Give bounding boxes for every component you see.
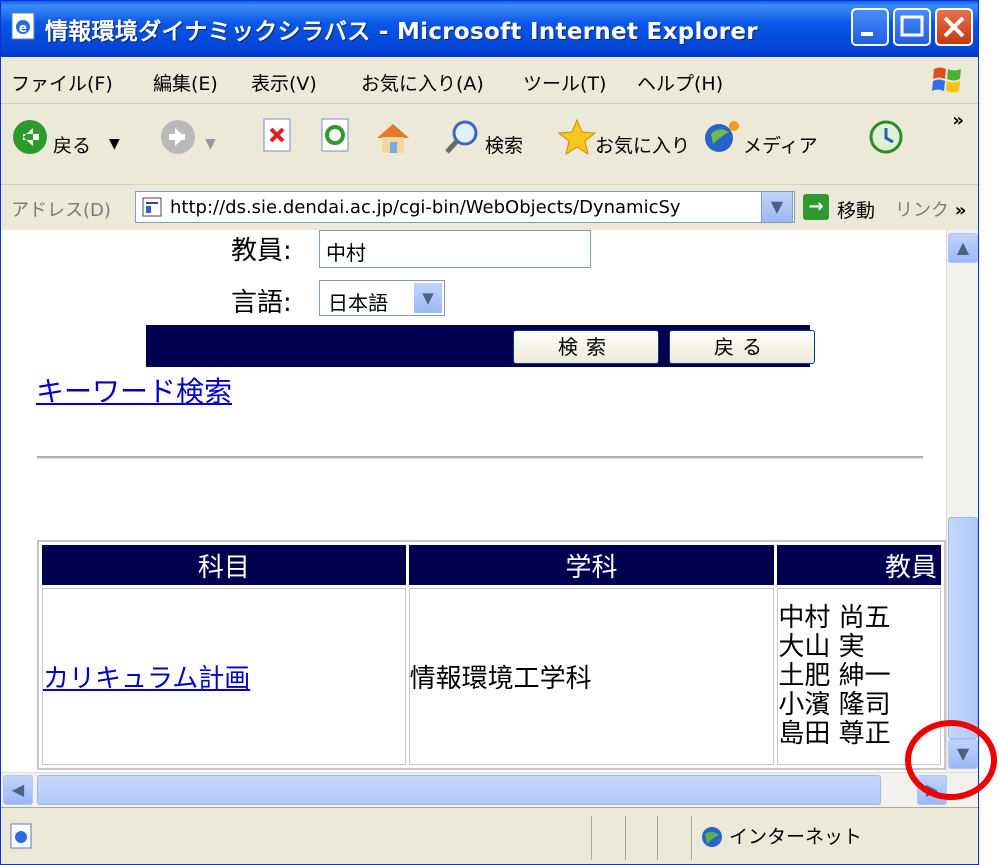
close-button[interactable]: [935, 8, 973, 46]
teacher-input[interactable]: 中村: [319, 230, 591, 268]
status-divider: [657, 816, 658, 860]
results-table: 科目 学科 教員 カリキュラム計画 情報環境工学科 中村 尚五 大山 実 土肥 …: [37, 540, 946, 770]
toolbar-chevron-icon[interactable]: »: [952, 110, 964, 131]
maximize-icon: [900, 15, 924, 37]
teacher-name: 小濱 隆司: [778, 690, 891, 720]
table-row: カリキュラム計画 情報環境工学科 中村 尚五 大山 実 土肥 紳一 小濱 隆司 …: [42, 588, 941, 765]
favorites-star-icon[interactable]: [557, 118, 597, 156]
browser-window: e 情報環境ダイナミックシラバス - Microsoft Internet Ex…: [0, 0, 979, 865]
status-bar: インターネット: [1, 807, 978, 864]
windows-logo-icon: [932, 67, 961, 93]
forward-arrow-icon[interactable]: [159, 118, 197, 156]
title-bar[interactable]: e 情報環境ダイナミックシラバス - Microsoft Internet Ex…: [1, 1, 978, 57]
search-icon[interactable]: [443, 118, 481, 156]
scroll-left-icon[interactable]: ◀: [3, 775, 33, 805]
table-header-row: 科目 学科 教員: [42, 545, 941, 585]
window-title: 情報環境ダイナミックシラバス - Microsoft Internet Expl…: [45, 19, 758, 45]
menu-tools[interactable]: ツール(T): [523, 69, 606, 96]
favorites-button-label[interactable]: お気に入り: [595, 131, 690, 158]
page-content: 教員: 中村 言語: 日本語 ▼ 検索 戻る キーワード検索 科目 学科 教員 …: [1, 230, 946, 772]
minimize-icon: [861, 32, 873, 36]
menu-edit[interactable]: 編集(E): [153, 69, 218, 96]
highlight-circle: [905, 720, 997, 800]
vertical-scroll-thumb[interactable]: [948, 517, 978, 739]
go-arrow-icon[interactable]: →: [803, 194, 829, 220]
status-divider: [625, 816, 626, 860]
media-button-label[interactable]: メディア: [743, 131, 818, 158]
address-dropdown-icon[interactable]: ▼: [761, 191, 793, 223]
address-input[interactable]: http://ds.sie.dendai.ac.jp/cgi-bin/WebOb…: [135, 191, 795, 223]
go-button-label[interactable]: 移動: [837, 196, 875, 223]
menu-help[interactable]: ヘルプ(H): [637, 69, 723, 96]
svg-text:e: e: [19, 21, 27, 35]
close-icon: [943, 16, 965, 38]
home-icon[interactable]: [373, 118, 413, 158]
teacher-name: 中村 尚五: [778, 603, 891, 633]
column-header-subject: 科目: [42, 545, 406, 585]
department-cell: 情報環境工学科: [408, 588, 775, 765]
language-select-value: 日本語: [328, 291, 388, 315]
back-button[interactable]: 戻る: [669, 330, 815, 364]
back-arrow-icon[interactable]: [11, 118, 49, 156]
page-status-icon: [10, 823, 32, 849]
globe-icon: [702, 827, 722, 847]
chevron-down-icon[interactable]: ▼: [414, 283, 442, 313]
vertical-scrollbar[interactable]: ▲ ▼: [946, 230, 978, 772]
menu-favorites[interactable]: お気に入り(A): [361, 69, 484, 96]
maximize-button[interactable]: [893, 8, 931, 46]
standard-toolbar: 戻る ▼ ▼ 検索 お気に入り メディア »: [1, 104, 978, 185]
status-divider: [591, 816, 592, 860]
security-zone-label: インターネット: [729, 826, 863, 848]
teacher-name: 大山 実: [778, 632, 865, 662]
refresh-icon[interactable]: [319, 118, 353, 154]
subject-cell: カリキュラム計画: [42, 588, 406, 765]
language-label: 言語:: [231, 288, 292, 318]
back-button-label[interactable]: 戻る: [53, 131, 91, 158]
back-dropdown-arrow[interactable]: ▼: [109, 136, 120, 152]
menu-file[interactable]: ファイル(F): [11, 69, 113, 96]
menu-view[interactable]: 表示(V): [251, 69, 317, 96]
horizontal-scrollbar[interactable]: ◀ ▶: [1, 772, 978, 807]
media-icon[interactable]: [701, 118, 741, 156]
stop-icon[interactable]: [261, 118, 295, 154]
page-icon: [142, 197, 162, 217]
address-url: http://ds.sie.dendai.ac.jp/cgi-bin/WebOb…: [170, 197, 681, 218]
search-button-label[interactable]: 検索: [485, 131, 523, 158]
scroll-up-icon[interactable]: ▲: [948, 233, 978, 263]
horizontal-divider: [37, 456, 923, 459]
column-header-teacher: 教員: [777, 545, 941, 585]
search-button[interactable]: 検索: [513, 330, 659, 364]
teacher-name: 土肥 紳一: [778, 661, 891, 691]
language-select[interactable]: 日本語 ▼: [319, 280, 445, 316]
minimize-button[interactable]: [851, 8, 889, 46]
horizontal-scroll-thumb[interactable]: [37, 775, 881, 805]
history-icon[interactable]: [867, 118, 905, 156]
links-label[interactable]: リンク »: [895, 196, 966, 222]
address-label: アドレス(D): [11, 200, 111, 221]
teacher-label: 教員:: [231, 236, 292, 266]
menu-bar: ファイル(F) 編集(E) 表示(V) お気に入り(A) ツール(T) ヘルプ(…: [1, 57, 978, 104]
address-bar: アドレス(D) http://ds.sie.dendai.ac.jp/cgi-b…: [1, 185, 978, 231]
status-divider: [691, 816, 692, 860]
keyword-search-link[interactable]: キーワード検索: [36, 370, 232, 410]
subject-link[interactable]: カリキュラム計画: [43, 664, 250, 694]
forward-dropdown-arrow[interactable]: ▼: [205, 136, 216, 152]
column-header-department: 学科: [408, 545, 775, 585]
ie-page-icon: e: [11, 12, 35, 40]
